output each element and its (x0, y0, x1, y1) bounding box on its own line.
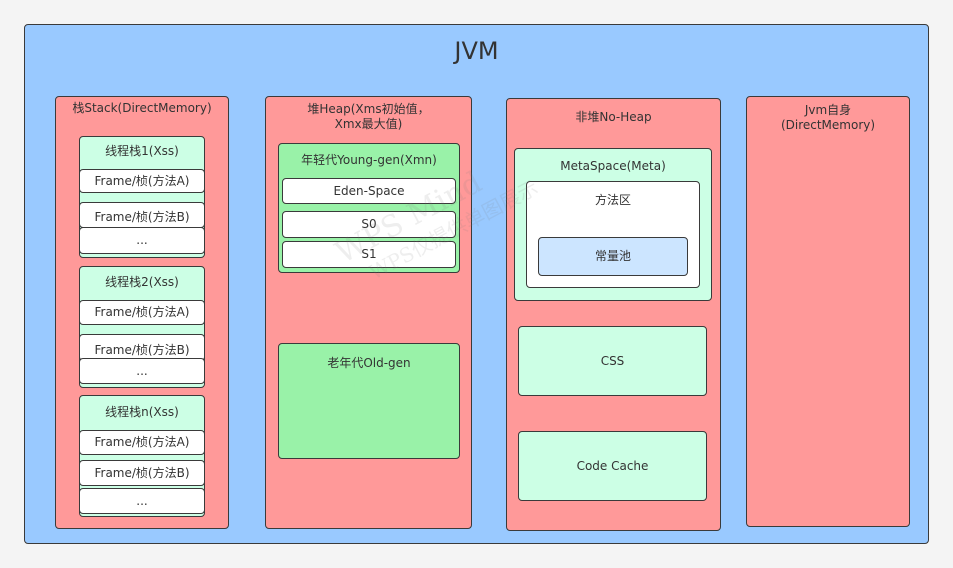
constant-pool: 常量池 (538, 237, 688, 276)
frame-more: ... (79, 488, 205, 514)
frame-method-a: Frame/桢(方法A) (79, 430, 205, 455)
stack-title: 栈Stack(DirectMemory) (72, 101, 212, 115)
method-area-title: 方法区 (594, 193, 631, 207)
code-cache-box: Code Cache (518, 431, 707, 501)
metaspace-title: MetaSpace(Meta) (560, 159, 666, 173)
thread-stack-title: 线程栈2(Xss) (105, 275, 179, 289)
heap-title: 堆Heap(Xms初始值，Xmx最大值) (307, 102, 430, 131)
eden-space: Eden-Space (282, 178, 456, 204)
frame-more: ... (79, 227, 205, 254)
thread-stack-title: 线程栈1(Xss) (105, 144, 179, 158)
old-gen: 老年代Old-gen (278, 343, 460, 459)
frame-more: ... (79, 358, 205, 384)
frame-method-a: Frame/桢(方法A) (79, 169, 205, 193)
jvm-self-region: Jvm自身(DirectMemory) (746, 96, 910, 527)
nonheap-title: 非堆No-Heap (575, 110, 652, 124)
frame-method-b: Frame/桢(方法B) (79, 460, 205, 486)
jvm-self-title: Jvm自身(DirectMemory) (780, 103, 876, 132)
survivor-s1: S1 (282, 241, 456, 268)
css-box: CSS (518, 326, 707, 396)
frame-method-b: Frame/桢(方法B) (79, 334, 205, 361)
frame-method-a: Frame/桢(方法A) (79, 300, 205, 325)
thread-stack-title: 线程栈n(Xss) (105, 405, 179, 419)
young-gen-title: 年轻代Young-gen(Xmn) (301, 153, 437, 167)
jvm-title: JVM (454, 37, 499, 65)
survivor-s0: S0 (282, 211, 456, 238)
old-gen-title: 老年代Old-gen (327, 356, 411, 370)
frame-method-b: Frame/桢(方法B) (79, 202, 205, 228)
